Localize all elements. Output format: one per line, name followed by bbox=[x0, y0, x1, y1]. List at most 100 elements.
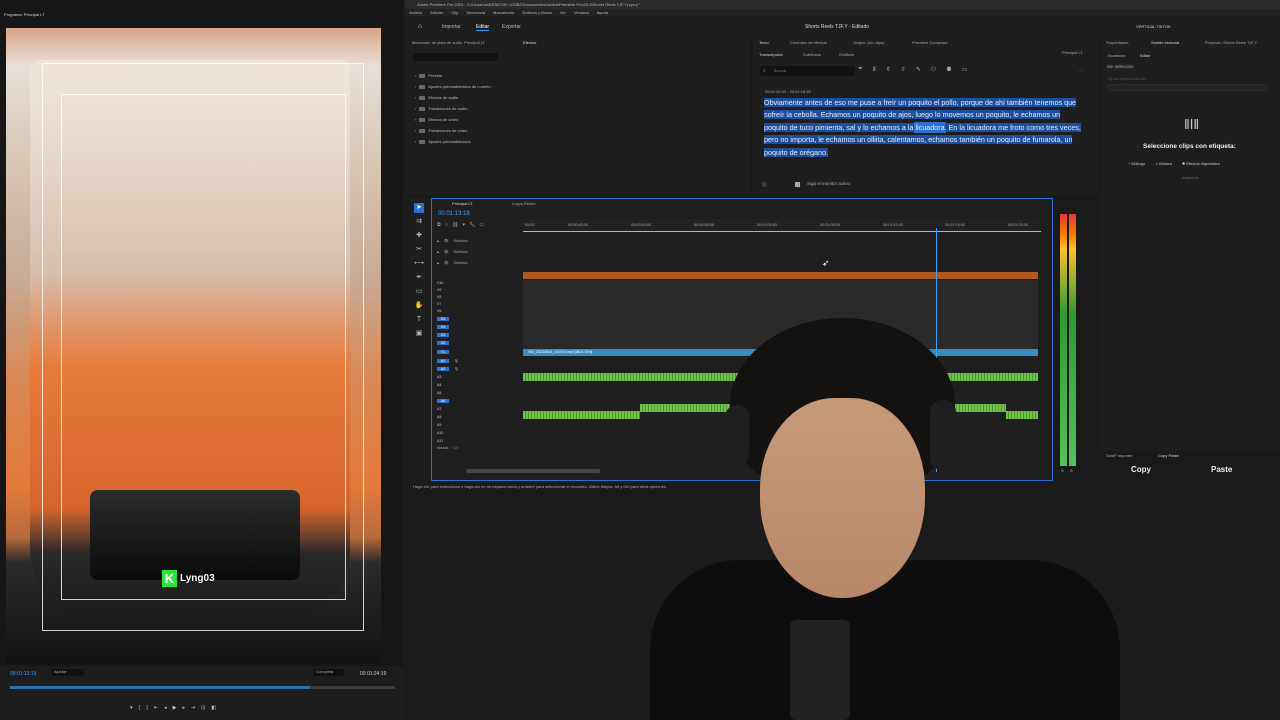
folder-small-icon[interactable]: ▤ bbox=[762, 182, 767, 188]
play-icon[interactable]: ▶ bbox=[173, 705, 177, 711]
list-item[interactable]: › Ajustes preestablecidos de Lumetri bbox=[415, 81, 491, 92]
track-header-audio[interactable]: A10 bbox=[437, 431, 449, 435]
tab-sequence-principal[interactable]: Principal LT bbox=[452, 201, 473, 206]
menu-ayuda[interactable]: Ayuda bbox=[597, 10, 608, 16]
list-item[interactable]: › Transiciones de vídeo bbox=[415, 125, 491, 136]
preset-select[interactable] bbox=[1108, 84, 1268, 91]
step-forward-icon[interactable]: ▸ bbox=[182, 705, 185, 711]
audio-clip[interactable] bbox=[523, 411, 640, 419]
linked-icon[interactable]: ⛓ bbox=[452, 222, 458, 228]
captions-toggle-icon[interactable]: ▭ bbox=[479, 222, 484, 228]
transcript-text[interactable]: Obviamente antes de eso me puse a freír … bbox=[764, 97, 1084, 159]
mode-export[interactable]: Exportar bbox=[502, 24, 521, 30]
rectangle-icon[interactable]: ▭ bbox=[414, 287, 424, 297]
track-header-audio[interactable]: A4 bbox=[437, 383, 449, 387]
type-icon[interactable]: T bbox=[414, 315, 424, 325]
monitor-timecode[interactable]: 00:01:13:19 bbox=[10, 671, 36, 677]
lift-icon[interactable]: ⊡ bbox=[201, 705, 205, 711]
tab-transcription[interactable]: Transcripción bbox=[759, 52, 783, 57]
go-to-in-icon[interactable]: ⇤ bbox=[154, 705, 158, 711]
tab-copy-paste[interactable]: Copy Paste bbox=[1158, 453, 1179, 458]
pen-icon[interactable]: ✎ bbox=[916, 66, 921, 73]
tab-text[interactable]: Texto bbox=[759, 40, 769, 45]
paste-button[interactable]: Paste bbox=[1211, 465, 1232, 474]
caption-tool-icon[interactable]: ▣ bbox=[414, 329, 424, 339]
tab-audio-mixer[interactable]: Mezclador de pista de audio: Principal L… bbox=[412, 40, 485, 45]
tab-properties[interactable]: Propiedades bbox=[1106, 40, 1128, 45]
resolution-select[interactable]: Completa bbox=[314, 669, 344, 676]
track-header-video[interactable]: V1 bbox=[437, 350, 449, 354]
list-item[interactable]: › Transiciones de audio bbox=[415, 103, 491, 114]
tab-project[interactable]: Proyecto: Shorts Reels TJF,Y bbox=[1205, 40, 1257, 45]
people-icon[interactable]: ⚉ bbox=[946, 66, 951, 73]
eye-icon[interactable]: 👁︎ bbox=[444, 261, 449, 265]
track-header-audio[interactable]: A3 bbox=[437, 375, 449, 379]
time-ruler[interactable]: 00:00 00:00:45:00 00:00:50:00 00:00:55:0… bbox=[523, 219, 1041, 232]
wrench-icon[interactable]: 🔧︎ bbox=[469, 222, 475, 228]
track-header-video[interactable]: V9 bbox=[437, 288, 449, 292]
track-header-video[interactable]: V3 bbox=[437, 333, 449, 337]
ripple-edit-icon[interactable]: ✚ bbox=[414, 231, 424, 241]
track-header-subtitle[interactable]: 🔒︎ 👁︎ Subtítulo bbox=[437, 239, 468, 243]
track-header-subtitle[interactable]: 🔒︎ 👁︎ Subtítulo bbox=[437, 250, 468, 254]
workspace-name[interactable]: VERTICAL TIKTOK bbox=[1136, 24, 1171, 29]
in-point-icon[interactable]: { bbox=[139, 705, 141, 711]
menu-clip[interactable]: Clip bbox=[451, 10, 458, 16]
lock-icon[interactable]: 🔒︎ bbox=[437, 261, 439, 265]
merge-icon[interactable]: ⇳ bbox=[901, 66, 906, 73]
track-header-audio[interactable]: A7 bbox=[437, 407, 449, 411]
pause-icon[interactable]: Ⅱ bbox=[873, 66, 876, 73]
mode-edit[interactable]: Editar bbox=[476, 24, 490, 31]
tab-premiere-composer[interactable]: Premiere Composer bbox=[912, 40, 948, 45]
tab-editor[interactable]: Editor bbox=[1140, 53, 1150, 58]
go-to-out-icon[interactable]: ⇥ bbox=[191, 705, 195, 711]
filter-icon[interactable]: ⏷ bbox=[858, 66, 863, 73]
out-point-icon[interactable]: } bbox=[146, 705, 148, 711]
effects-search-input[interactable] bbox=[413, 53, 498, 61]
tab-essential-sound[interactable]: Sonido esencial bbox=[1151, 40, 1179, 45]
track-header-video[interactable]: V4 bbox=[437, 325, 449, 329]
track-select-icon[interactable]: ⇉ bbox=[414, 217, 424, 227]
tab-source[interactable]: Origen: (sin clips) bbox=[853, 40, 884, 45]
timeline-timecode[interactable]: 00:01:13:18 bbox=[438, 211, 470, 217]
tab-effects[interactable]: Efectos bbox=[523, 40, 536, 45]
marker-icon[interactable]: ▾ bbox=[130, 705, 133, 711]
menu-ventana[interactable]: Ventana bbox=[574, 10, 589, 16]
copy-button[interactable]: Copy bbox=[1131, 465, 1151, 474]
pen-tool-icon[interactable]: ✒ bbox=[414, 273, 424, 283]
track-header-video[interactable]: V7 bbox=[437, 302, 449, 306]
split-icon[interactable]: ⇕ bbox=[886, 66, 891, 73]
track-header-audio[interactable]: A1 🎙︎ bbox=[437, 359, 459, 363]
lock-icon[interactable]: 🔒︎ bbox=[437, 250, 439, 254]
slip-icon[interactable]: ⟷ bbox=[414, 259, 424, 269]
mic-icon[interactable]: 🎙︎ bbox=[454, 359, 459, 363]
tab-captions[interactable]: Subtítulos bbox=[803, 52, 821, 57]
more-icon[interactable]: ⋯ bbox=[1078, 68, 1083, 74]
track-header-audio[interactable]: A2 🎙︎ bbox=[437, 367, 459, 371]
track-header-video[interactable]: V6 bbox=[437, 309, 449, 313]
follow-monitor-checkbox[interactable] bbox=[795, 182, 800, 187]
zoom-select[interactable]: Ajustar bbox=[52, 669, 84, 676]
home-icon[interactable]: ⌂ bbox=[418, 23, 422, 30]
export-frame-icon[interactable]: ◧ bbox=[211, 705, 216, 711]
add-marker-icon[interactable]: ▾ bbox=[463, 222, 466, 228]
track-header-video[interactable]: V2 bbox=[437, 341, 449, 345]
track-header-video[interactable]: V10 bbox=[437, 281, 449, 285]
track-header-audio[interactable]: A9 bbox=[437, 423, 449, 427]
timeline-scrollbar[interactable] bbox=[466, 469, 600, 473]
caption-icon[interactable]: ▭ bbox=[962, 66, 968, 73]
speaker-icon[interactable]: ⚇ bbox=[931, 66, 936, 73]
mic-icon[interactable]: 🎙︎ bbox=[454, 367, 459, 371]
hand-icon[interactable]: ✋ bbox=[414, 301, 424, 311]
menu-marcadores[interactable]: Marcadores bbox=[493, 10, 514, 16]
ambient-button[interactable]: Ambiente bbox=[1182, 175, 1199, 180]
tab-sequence-logos[interactable]: Logos Redes bbox=[512, 201, 536, 206]
track-header-audio[interactable]: A11 bbox=[437, 439, 449, 443]
mix-track-header[interactable]: Mezcla 0.0 bbox=[437, 446, 458, 450]
razor-icon[interactable]: ✂ bbox=[414, 245, 424, 255]
track-header-subtitle[interactable]: 🔒︎ 👁︎ Subtítulo bbox=[437, 261, 468, 265]
music-button[interactable]: ♫ Música bbox=[1155, 161, 1172, 166]
dialogue-button[interactable]: ◔ Diálogo bbox=[1128, 161, 1145, 166]
menu-graficos[interactable]: Gráficos y títulos bbox=[522, 10, 552, 16]
sfx-button[interactable]: ✺ Efectos especiales bbox=[1182, 161, 1220, 166]
